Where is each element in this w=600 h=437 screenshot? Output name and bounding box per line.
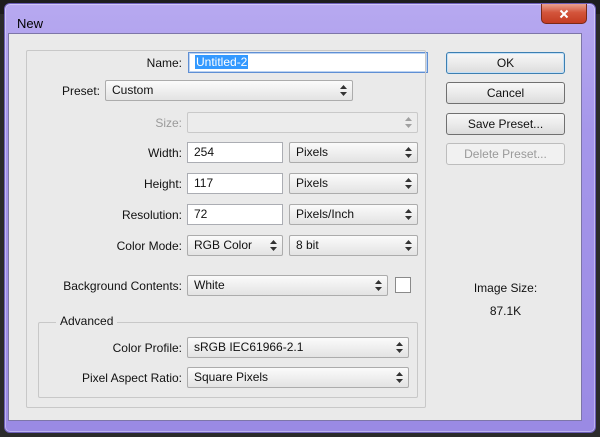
height-unit-value: Pixels <box>296 176 329 190</box>
pixel-aspect-ratio-select[interactable]: Square Pixels <box>187 367 409 388</box>
color-profile-value: sRGB IEC61966-2.1 <box>194 340 304 354</box>
resolution-label: Resolution: <box>121 208 182 222</box>
updown-arrows-icon <box>405 209 412 220</box>
preset-label: Preset: <box>61 84 100 98</box>
updown-arrows-icon <box>396 342 403 353</box>
color-mode-label: Color Mode: <box>116 239 182 253</box>
resolution-unit-value: Pixels/Inch <box>296 207 355 221</box>
advanced-toggle[interactable]: Advanced <box>56 314 118 328</box>
width-label: Width: <box>147 146 182 160</box>
pixel-aspect-ratio-label: Pixel Aspect Ratio: <box>81 371 182 385</box>
color-profile-label: Color Profile: <box>112 341 182 355</box>
updown-arrows-icon <box>375 280 382 291</box>
updown-arrows-icon <box>340 85 347 96</box>
updown-arrows-icon <box>396 372 403 383</box>
image-size-label: Image Size: <box>473 281 538 295</box>
size-label: Size: <box>155 116 182 130</box>
updown-arrows-icon <box>270 240 277 251</box>
updown-arrows-icon <box>405 117 412 128</box>
width-unit-select[interactable]: Pixels <box>289 142 418 163</box>
preset-select-value: Custom <box>112 83 154 97</box>
bit-depth-value: 8 bit <box>296 238 319 252</box>
pixel-aspect-ratio-value: Square Pixels <box>194 370 269 384</box>
size-select[interactable] <box>187 112 418 133</box>
close-button[interactable] <box>541 4 587 24</box>
save-preset-button[interactable]: Save Preset... <box>446 113 565 135</box>
resolution-input[interactable]: 72 <box>187 204 283 225</box>
resolution-unit-select[interactable]: Pixels/Inch <box>289 204 418 225</box>
color-mode-value: RGB Color <box>194 238 253 252</box>
width-input[interactable]: 254 <box>187 142 283 163</box>
color-mode-select[interactable]: RGB Color <box>187 235 283 256</box>
preset-select[interactable]: Custom <box>105 80 353 101</box>
color-profile-select[interactable]: sRGB IEC61966-2.1 <box>187 337 409 358</box>
height-input[interactable]: 117 <box>187 173 283 194</box>
updown-arrows-icon <box>405 147 412 158</box>
bit-depth-select[interactable]: 8 bit <box>289 235 418 256</box>
dialog-title: New <box>17 16 44 31</box>
background-contents-select[interactable]: White <box>187 275 388 296</box>
background-color-swatch[interactable] <box>395 277 411 293</box>
width-unit-value: Pixels <box>296 145 329 159</box>
updown-arrows-icon <box>405 178 412 189</box>
updown-arrows-icon <box>405 240 412 251</box>
image-size-value: 87.1K <box>489 304 522 318</box>
ok-button[interactable]: OK <box>446 52 565 74</box>
background-contents-label: Background Contents: <box>63 279 182 293</box>
background-contents-value: White <box>194 278 225 292</box>
height-label: Height: <box>143 177 182 191</box>
close-icon <box>559 9 569 18</box>
delete-preset-button[interactable]: Delete Preset... <box>446 143 565 165</box>
height-unit-select[interactable]: Pixels <box>289 173 418 194</box>
cancel-button[interactable]: Cancel <box>446 82 565 104</box>
